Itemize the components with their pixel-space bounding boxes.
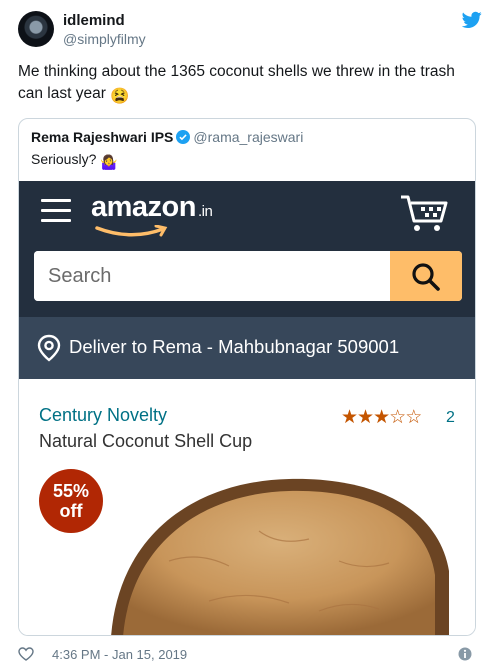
heart-icon[interactable] [18, 647, 34, 661]
coconut-shell-cup-image[interactable] [109, 471, 449, 636]
tweet-footer: 4:36 PM - Jan 15, 2019 [18, 646, 480, 662]
tired-face-emoji: 😫 [110, 88, 130, 105]
search-icon [412, 263, 440, 291]
deliver-to-text: Deliver to Rema - Mahbubnagar 509001 [69, 336, 400, 357]
search-button[interactable] [390, 251, 462, 301]
star-filled-icon: ★ [373, 407, 390, 428]
star-empty-icon: ☆ [405, 407, 422, 428]
discount-percent: 55% [52, 481, 90, 501]
search-input[interactable] [34, 251, 390, 301]
location-pin-icon [37, 334, 61, 362]
cart-icon[interactable] [399, 193, 449, 233]
star-empty-icon: ☆ [389, 407, 406, 428]
tweet-timestamp[interactable]: 4:36 PM - Jan 15, 2019 [52, 647, 187, 662]
author-handle[interactable]: @simplyfilmy [63, 31, 146, 47]
tweet-body: Me thinking about the 1365 coconut shell… [18, 63, 455, 102]
review-count-link[interactable]: 2 [446, 409, 455, 427]
quoted-author-name: Rema Rajeshwari IPS [31, 129, 174, 145]
quoted-body: Seriously? [31, 151, 97, 167]
shrug-emoji: 🤷‍♀️ [100, 154, 118, 170]
amazon-logo-text: amazon [91, 191, 196, 223]
amazon-logo[interactable]: amazon .in [91, 191, 213, 224]
quoted-tweet-text: Seriously? 🤷‍♀️ [31, 151, 118, 171]
discount-off: off [59, 501, 83, 521]
hamburger-menu-icon[interactable] [41, 199, 71, 223]
product-brand-link[interactable]: Century Novelty [39, 405, 167, 426]
star-filled-icon: ★ [341, 407, 358, 428]
amazon-header: amazon .in [19, 181, 475, 317]
deliver-to-bar[interactable]: Deliver to Rema - Mahbubnagar 509001 [19, 317, 475, 379]
quoted-tweet-card[interactable]: Rema Rajeshwari IPS @rama_rajeswari Serio… [18, 118, 476, 636]
tweet-header: idlemind @simplyfilmy [18, 11, 488, 51]
star-rating[interactable]: ★★★☆☆ [341, 406, 422, 429]
quoted-author-handle: @rama_rajeswari [193, 129, 304, 145]
verified-badge-icon [176, 130, 191, 144]
info-icon[interactable] [458, 647, 472, 661]
twitter-bird-icon[interactable] [462, 11, 482, 29]
author-name[interactable]: idlemind [63, 12, 125, 29]
amazon-screenshot: amazon .in Search Deliver to Rema - Mahb… [19, 181, 475, 636]
tweet-text: Me thinking about the 1365 coconut shell… [18, 61, 478, 108]
quoted-author-row: Rema Rajeshwari IPS @rama_rajeswari [31, 129, 303, 145]
search-bar [34, 251, 462, 301]
amazon-logo-tld: .in [197, 203, 213, 220]
star-filled-icon: ★ [357, 407, 374, 428]
discount-badge: 55% off [39, 469, 103, 533]
product-title[interactable]: Natural Coconut Shell Cup [39, 431, 252, 452]
avatar[interactable] [18, 11, 54, 47]
amazon-smile-icon [95, 225, 168, 237]
